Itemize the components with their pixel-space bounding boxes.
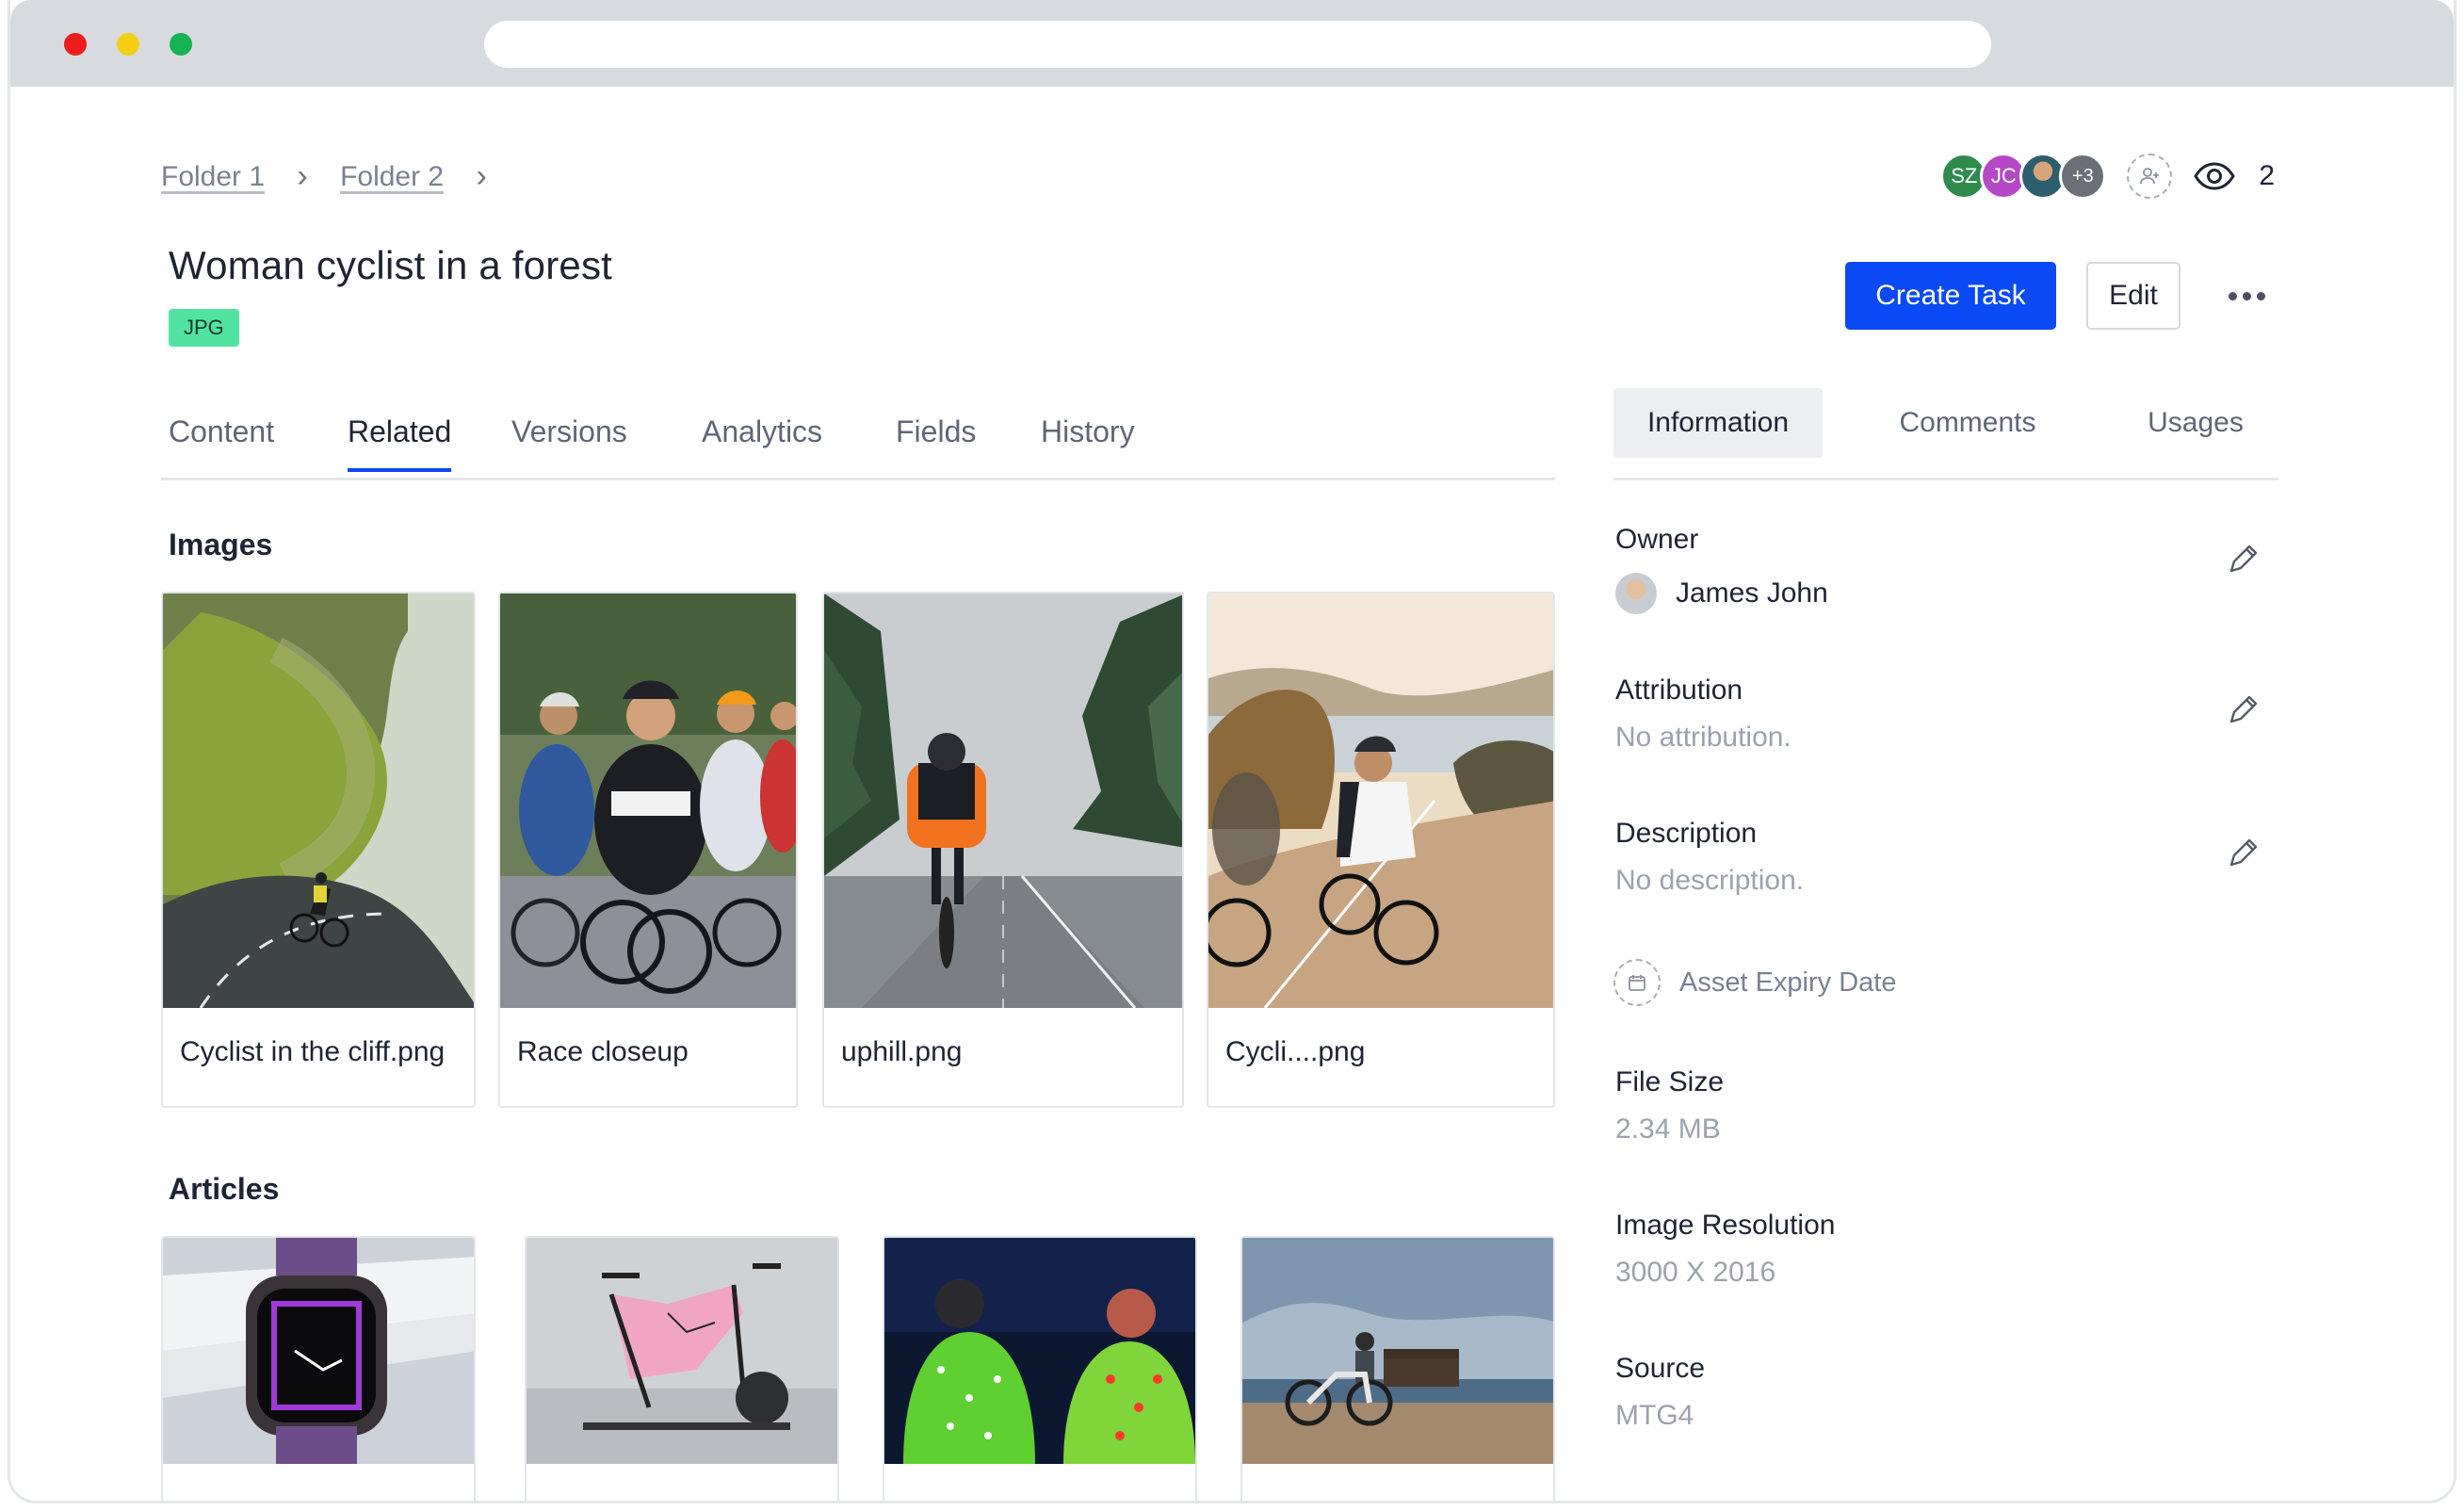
content-tabs: Content Related Versions Analytics Field… — [161, 405, 1555, 480]
description-label: Description — [1615, 818, 1758, 849]
breadcrumb: Folder 1 › Folder 2 › — [161, 158, 519, 195]
description-value: No description. — [1615, 865, 1805, 896]
browser-window: Folder 1 › Folder 2 › SZ JC +3 2 Woman c… — [8, 0, 2456, 1503]
tab-information[interactable]: Information — [1613, 388, 1823, 458]
pencil-icon[interactable] — [2224, 541, 2261, 578]
image-thumbnail — [163, 593, 474, 1008]
article-thumbnail — [163, 1238, 474, 1464]
pencil-icon[interactable] — [2224, 691, 2261, 729]
more-collaborators-badge[interactable]: +3 — [2059, 153, 2107, 200]
image-card[interactable]: Cycli....png — [1207, 592, 1555, 1108]
edit-button[interactable]: Edit — [2086, 262, 2180, 330]
file-size-value: 2.34 MB — [1615, 1113, 1721, 1145]
more-options-icon[interactable] — [2218, 273, 2275, 318]
image-card[interactable]: Cyclist in the cliff.png — [161, 592, 476, 1108]
image-caption: Cyclist in the cliff.png — [180, 1036, 446, 1067]
file-type-badge: JPG — [169, 309, 239, 347]
article-thumbnail — [527, 1238, 837, 1464]
close-window-button[interactable] — [64, 33, 87, 56]
chevron-right-icon: › — [297, 158, 308, 194]
breadcrumb-folder-2[interactable]: Folder 2 — [340, 161, 444, 193]
maximize-window-button[interactable] — [170, 33, 192, 56]
source-value: MTG4 — [1615, 1400, 1694, 1431]
side-panel-tabs: Information Comments Usages — [1613, 388, 2278, 480]
view-count: 2 — [2259, 160, 2275, 191]
address-bar[interactable] — [484, 21, 1991, 68]
tab-related[interactable]: Related — [348, 414, 452, 472]
tab-history[interactable]: History — [1041, 414, 1135, 468]
article-card[interactable] — [1240, 1236, 1555, 1501]
article-thumbnail — [1242, 1238, 1553, 1464]
image-caption: Race closeup — [517, 1036, 689, 1067]
tab-content[interactable]: Content — [169, 414, 274, 468]
add-user-icon[interactable] — [2127, 154, 2173, 199]
tab-versions[interactable]: Versions — [511, 414, 627, 468]
articles-section-title: Articles — [169, 1172, 280, 1206]
attribution-label: Attribution — [1615, 674, 1743, 706]
file-size-label: File Size — [1615, 1066, 1725, 1097]
asset-expiry-date[interactable]: Asset Expiry Date — [1613, 959, 1896, 1006]
article-thumbnail — [884, 1238, 1195, 1464]
image-caption: Cycli....png — [1225, 1036, 1366, 1067]
image-caption: uphill.png — [841, 1036, 963, 1067]
breadcrumb-folder-1[interactable]: Folder 1 — [161, 161, 265, 193]
image-card[interactable]: uphill.png — [822, 592, 1184, 1108]
page-title: Woman cyclist in a forest — [169, 243, 613, 287]
asset-expiry-label: Asset Expiry Date — [1679, 967, 1897, 998]
source-label: Source — [1615, 1353, 1706, 1384]
create-task-button[interactable]: Create Task — [1845, 262, 2056, 330]
chevron-right-icon: › — [476, 158, 487, 194]
article-card[interactable] — [161, 1236, 476, 1501]
tab-comments[interactable]: Comments — [1860, 388, 2075, 458]
image-card[interactable]: Race closeup — [498, 592, 798, 1108]
image-resolution-value: 3000 X 2016 — [1615, 1257, 1776, 1288]
tab-usages[interactable]: Usages — [2113, 388, 2278, 458]
image-resolution-label: Image Resolution — [1615, 1210, 1836, 1241]
minimize-window-button[interactable] — [117, 33, 139, 56]
owner-name: James John — [1676, 577, 1828, 609]
image-thumbnail — [824, 593, 1182, 1008]
article-card[interactable] — [883, 1236, 1197, 1501]
image-thumbnail — [500, 593, 796, 1008]
title-bar — [10, 0, 2454, 87]
owner-label: Owner — [1615, 524, 1699, 555]
owner-row: James John — [1615, 573, 1828, 614]
tab-fields[interactable]: Fields — [896, 414, 976, 468]
attribution-value: No attribution. — [1615, 722, 1791, 753]
calendar-icon — [1613, 959, 1661, 1006]
tab-analytics[interactable]: Analytics — [702, 414, 822, 468]
eye-icon — [2193, 154, 2236, 198]
images-section-title: Images — [169, 528, 273, 561]
image-thumbnail — [1208, 593, 1553, 1008]
pencil-icon[interactable] — [2224, 835, 2261, 872]
article-card[interactable] — [525, 1236, 839, 1501]
collaborators-bar: SZ JC +3 2 — [1940, 153, 2275, 200]
avatar — [1615, 573, 1657, 614]
